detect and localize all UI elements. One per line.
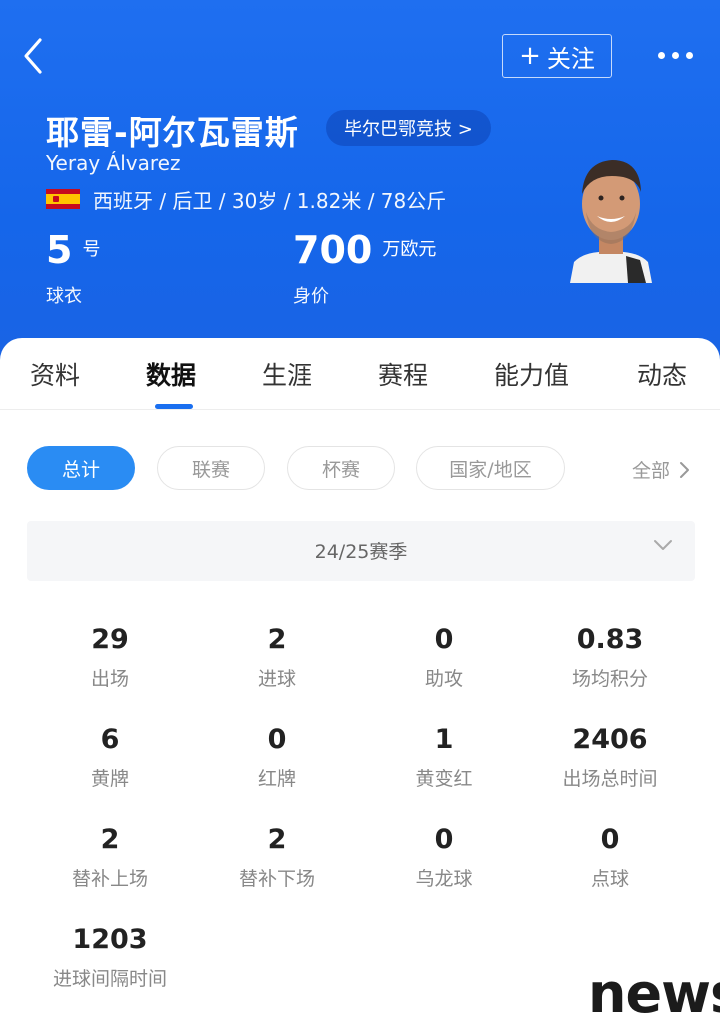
stat-label: 进球 [257, 668, 296, 690]
back-button[interactable] [18, 34, 54, 78]
more-dot-icon [685, 51, 693, 59]
stat-value: 2 [267, 824, 287, 855]
season-selector[interactable]: 24/25赛季 [27, 521, 695, 581]
shirt-number-unit: 号 [82, 239, 101, 260]
active-tab-indicator [155, 404, 193, 409]
stat-label: 进球间隔时间 [52, 968, 167, 990]
tab-data[interactable]: 数据 [146, 356, 196, 392]
stat-label: 黄牌 [90, 768, 129, 790]
more-options-button[interactable] [650, 40, 700, 70]
stat-red-cards: 0 红牌 [194, 720, 360, 791]
stat-value: 0 [267, 724, 287, 755]
stats-card: 资料 数据 生涯 赛程 能力值 动态 总计 联赛 杯赛 国家/地区 全部 24/… [0, 338, 720, 1024]
stat-label: 乌龙球 [415, 868, 473, 890]
stat-value: 2 [100, 824, 120, 855]
tab-profile[interactable]: 资料 [30, 356, 80, 392]
chevron-down-icon [654, 540, 672, 550]
stat-value: 0.83 [576, 624, 644, 655]
shirt-number: 5号 [46, 228, 100, 272]
stat-yellow-cards: 6 黄牌 [27, 720, 193, 791]
back-arrow-icon [24, 38, 42, 74]
stat-value: 0 [434, 824, 454, 855]
stat-sub-on: 2 替补上场 [27, 820, 193, 891]
market-value: 700 万欧元 [293, 228, 436, 272]
player-info: 西班牙 / 后卫 / 30岁 / 1.82米 / 78公斤 [93, 189, 447, 213]
stat-label: 出场 [90, 668, 129, 690]
shirt-number-value: 5 [46, 228, 73, 272]
stat-value: 0 [600, 824, 620, 855]
club-link[interactable]: 毕尔巴鄂竞技 > [326, 110, 491, 146]
stat-value: 1 [434, 724, 454, 755]
player-header: + 关注 耶雷-阿尔瓦雷斯 毕尔巴鄂竞技 > Yeray Álvarez 西班牙… [0, 0, 720, 370]
tab-bar: 资料 数据 生涯 赛程 能力值 动态 [0, 338, 720, 410]
season-label: 24/25赛季 [314, 541, 408, 563]
tab-career[interactable]: 生涯 [262, 356, 312, 392]
stat-value: 1203 [72, 924, 148, 955]
all-filters-link[interactable]: 全部 [632, 456, 690, 483]
filter-national[interactable]: 国家/地区 [416, 446, 565, 490]
player-avatar [566, 150, 656, 283]
filter-league[interactable]: 联赛 [157, 446, 265, 490]
stat-points-per-game: 0.83 场均积分 [527, 620, 693, 691]
stat-label: 黄变红 [415, 768, 473, 790]
stat-label: 场均积分 [571, 668, 648, 690]
stat-value: 0 [434, 624, 454, 655]
stat-value: 29 [91, 624, 129, 655]
filter-total[interactable]: 总计 [27, 446, 135, 490]
more-dot-icon [671, 51, 679, 59]
news-watermark: news [588, 962, 720, 1024]
stat-label: 红牌 [257, 768, 296, 790]
player-name-english: Yeray Álvarez [46, 151, 181, 175]
market-value-label: 身价 [293, 286, 329, 307]
stat-label: 点球 [590, 868, 629, 890]
player-name: 耶雷-阿尔瓦雷斯 [46, 113, 299, 152]
follow-button[interactable]: + 关注 [502, 34, 612, 78]
spain-flag-icon [46, 189, 80, 209]
stat-own-goals: 0 乌龙球 [361, 820, 527, 891]
tab-ability[interactable]: 能力值 [494, 356, 569, 392]
filter-cup[interactable]: 杯赛 [287, 446, 395, 490]
stat-label: 助攻 [424, 668, 463, 690]
plus-icon: + [519, 41, 541, 71]
market-value-number: 700 [293, 228, 373, 272]
tab-schedule[interactable]: 赛程 [378, 356, 428, 392]
stat-appearances: 29 出场 [27, 620, 193, 691]
shirt-label: 球衣 [46, 286, 82, 307]
filter-bar: 总计 联赛 杯赛 国家/地区 全部 [0, 446, 720, 492]
follow-label: 关注 [546, 44, 595, 73]
stat-goals: 2 进球 [194, 620, 360, 691]
more-dot-icon [657, 51, 665, 59]
stat-value: 2406 [572, 724, 648, 755]
market-value-unit: 万欧元 [382, 239, 437, 260]
stat-second-yellow: 1 黄变红 [361, 720, 527, 791]
stat-sub-off: 2 替补下场 [194, 820, 360, 891]
stat-value: 6 [100, 724, 120, 755]
stat-assists: 0 助攻 [361, 620, 527, 691]
stat-penalties: 0 点球 [527, 820, 693, 891]
stat-value: 2 [267, 624, 287, 655]
stat-minutes-played: 2406 出场总时间 [527, 720, 693, 791]
stat-label: 替补上场 [71, 868, 148, 890]
stat-goal-interval: 1203 进球间隔时间 [27, 920, 193, 991]
stat-label: 替补下场 [238, 868, 315, 890]
all-filters-label: 全部 [632, 460, 671, 482]
stat-label: 出场总时间 [562, 768, 658, 790]
chevron-right-icon [680, 461, 690, 478]
tab-news[interactable]: 动态 [637, 356, 687, 392]
